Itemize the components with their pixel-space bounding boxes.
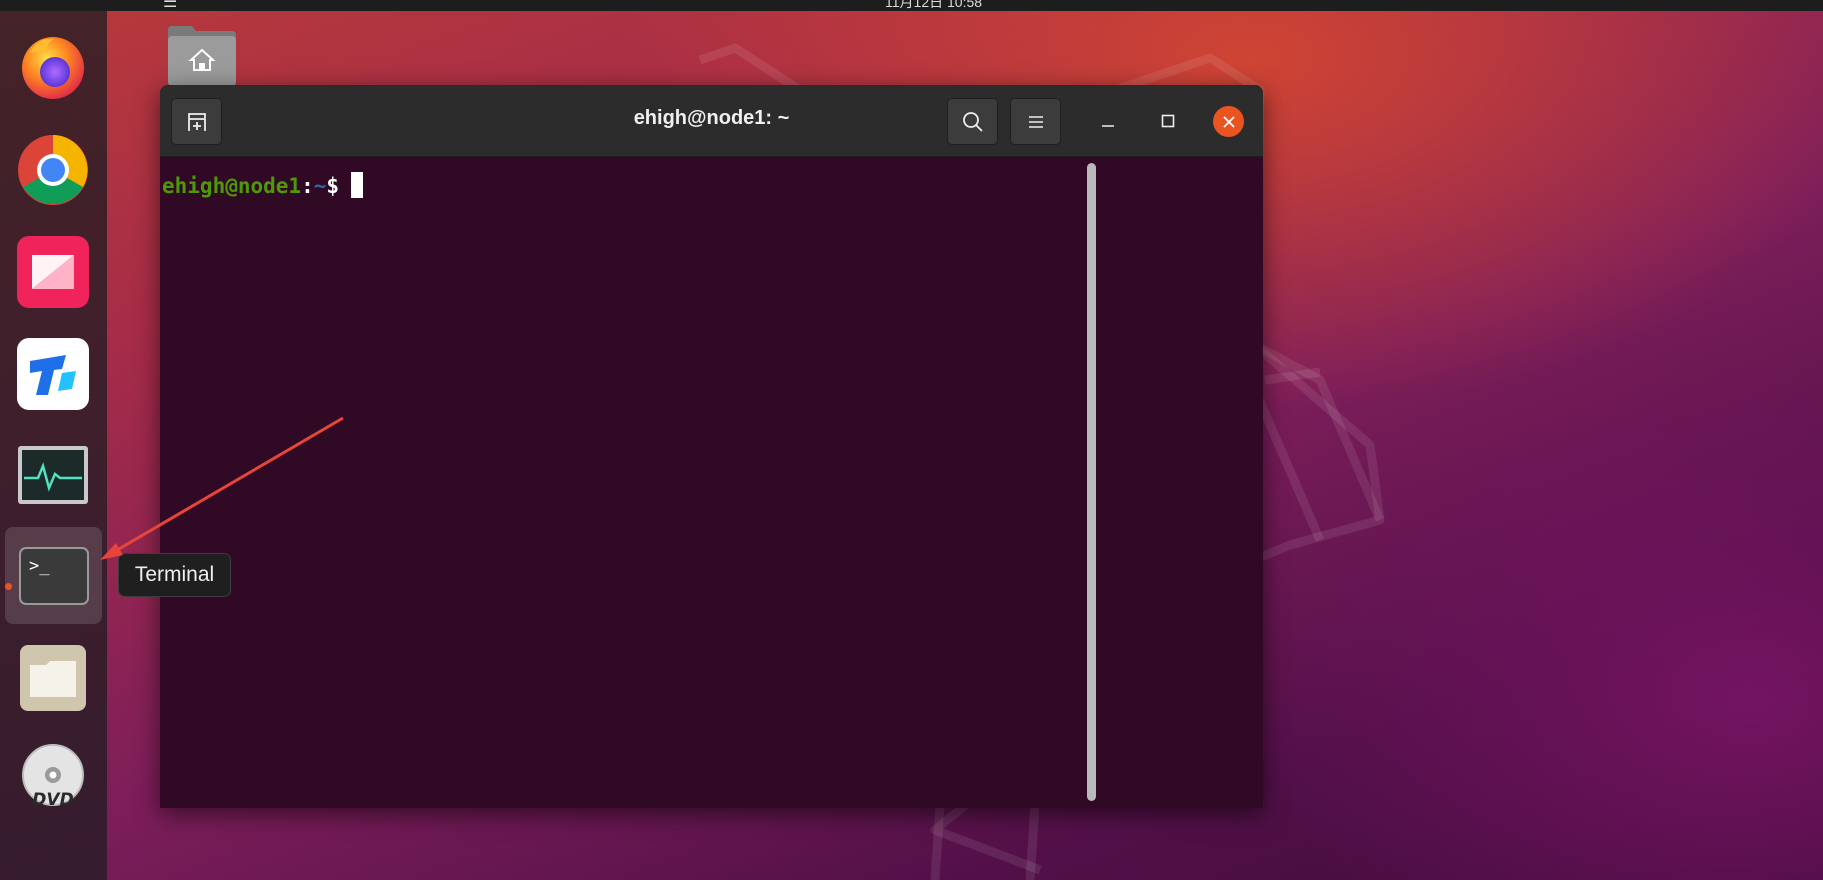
hamburger-menu-icon (1028, 115, 1043, 128)
terminal-window[interactable]: ehigh@node1: ~ ehigh@node1:~$ (160, 85, 1263, 808)
maximize-button[interactable] (1153, 106, 1183, 136)
search-button[interactable] (947, 98, 998, 145)
terminal-content[interactable]: ehigh@node1:~$ (160, 158, 1263, 808)
close-button[interactable] (1213, 106, 1244, 137)
search-icon (962, 111, 983, 132)
text-cursor (351, 172, 364, 198)
prompt-dollar: $ (326, 174, 340, 198)
minimize-button[interactable] (1093, 106, 1123, 136)
dock-tooltip: Terminal (118, 553, 231, 597)
dock-item-files[interactable] (16, 641, 90, 715)
dock-item-chrome[interactable] (16, 133, 90, 207)
terminal-headerbar[interactable]: ehigh@node1: ~ (160, 85, 1263, 157)
dock-item-firefox[interactable] (16, 29, 90, 103)
dock-item-terminal[interactable]: >_ (5, 527, 102, 624)
prompt-separator: : (301, 174, 314, 198)
dock: >_ DVD (0, 11, 107, 880)
activities-menu-icon[interactable]: ☰ (163, 0, 177, 11)
desktop-home-folder[interactable] (166, 24, 238, 88)
chrome-icon (18, 135, 88, 205)
close-icon (1222, 115, 1235, 128)
dock-item-xmind[interactable] (16, 235, 90, 309)
prompt-user: ehigh@node1 (162, 174, 302, 198)
dock-item-todesk[interactable] (16, 337, 90, 411)
terminal-scrollbar[interactable] (1087, 163, 1096, 801)
files-icon (20, 645, 86, 711)
running-indicator (5, 583, 12, 590)
terminal-icon-glyph: >_ (29, 556, 50, 576)
xmind-icon (17, 236, 89, 308)
minimize-icon (1102, 125, 1114, 127)
hamburger-menu-button[interactable] (1010, 98, 1061, 145)
dvd-label: DVD (32, 790, 73, 810)
prompt-line: ehigh@node1:~$ (162, 172, 364, 198)
system-monitor-icon (18, 446, 88, 504)
todesk-icon (17, 338, 89, 410)
home-folder-icon (168, 26, 236, 86)
firefox-icon (22, 37, 84, 99)
clock[interactable]: 11月12日 10:58 (885, 0, 982, 11)
dock-item-dvd[interactable]: DVD (16, 741, 90, 815)
dock-item-system-monitor[interactable] (16, 439, 90, 513)
maximize-icon (1161, 114, 1175, 128)
prompt-path: ~ (313, 174, 327, 198)
terminal-icon: >_ (18, 546, 89, 605)
top-bar: ☰ 11月12日 10:58 (0, 0, 1823, 11)
dvd-icon: DVD (22, 744, 84, 810)
